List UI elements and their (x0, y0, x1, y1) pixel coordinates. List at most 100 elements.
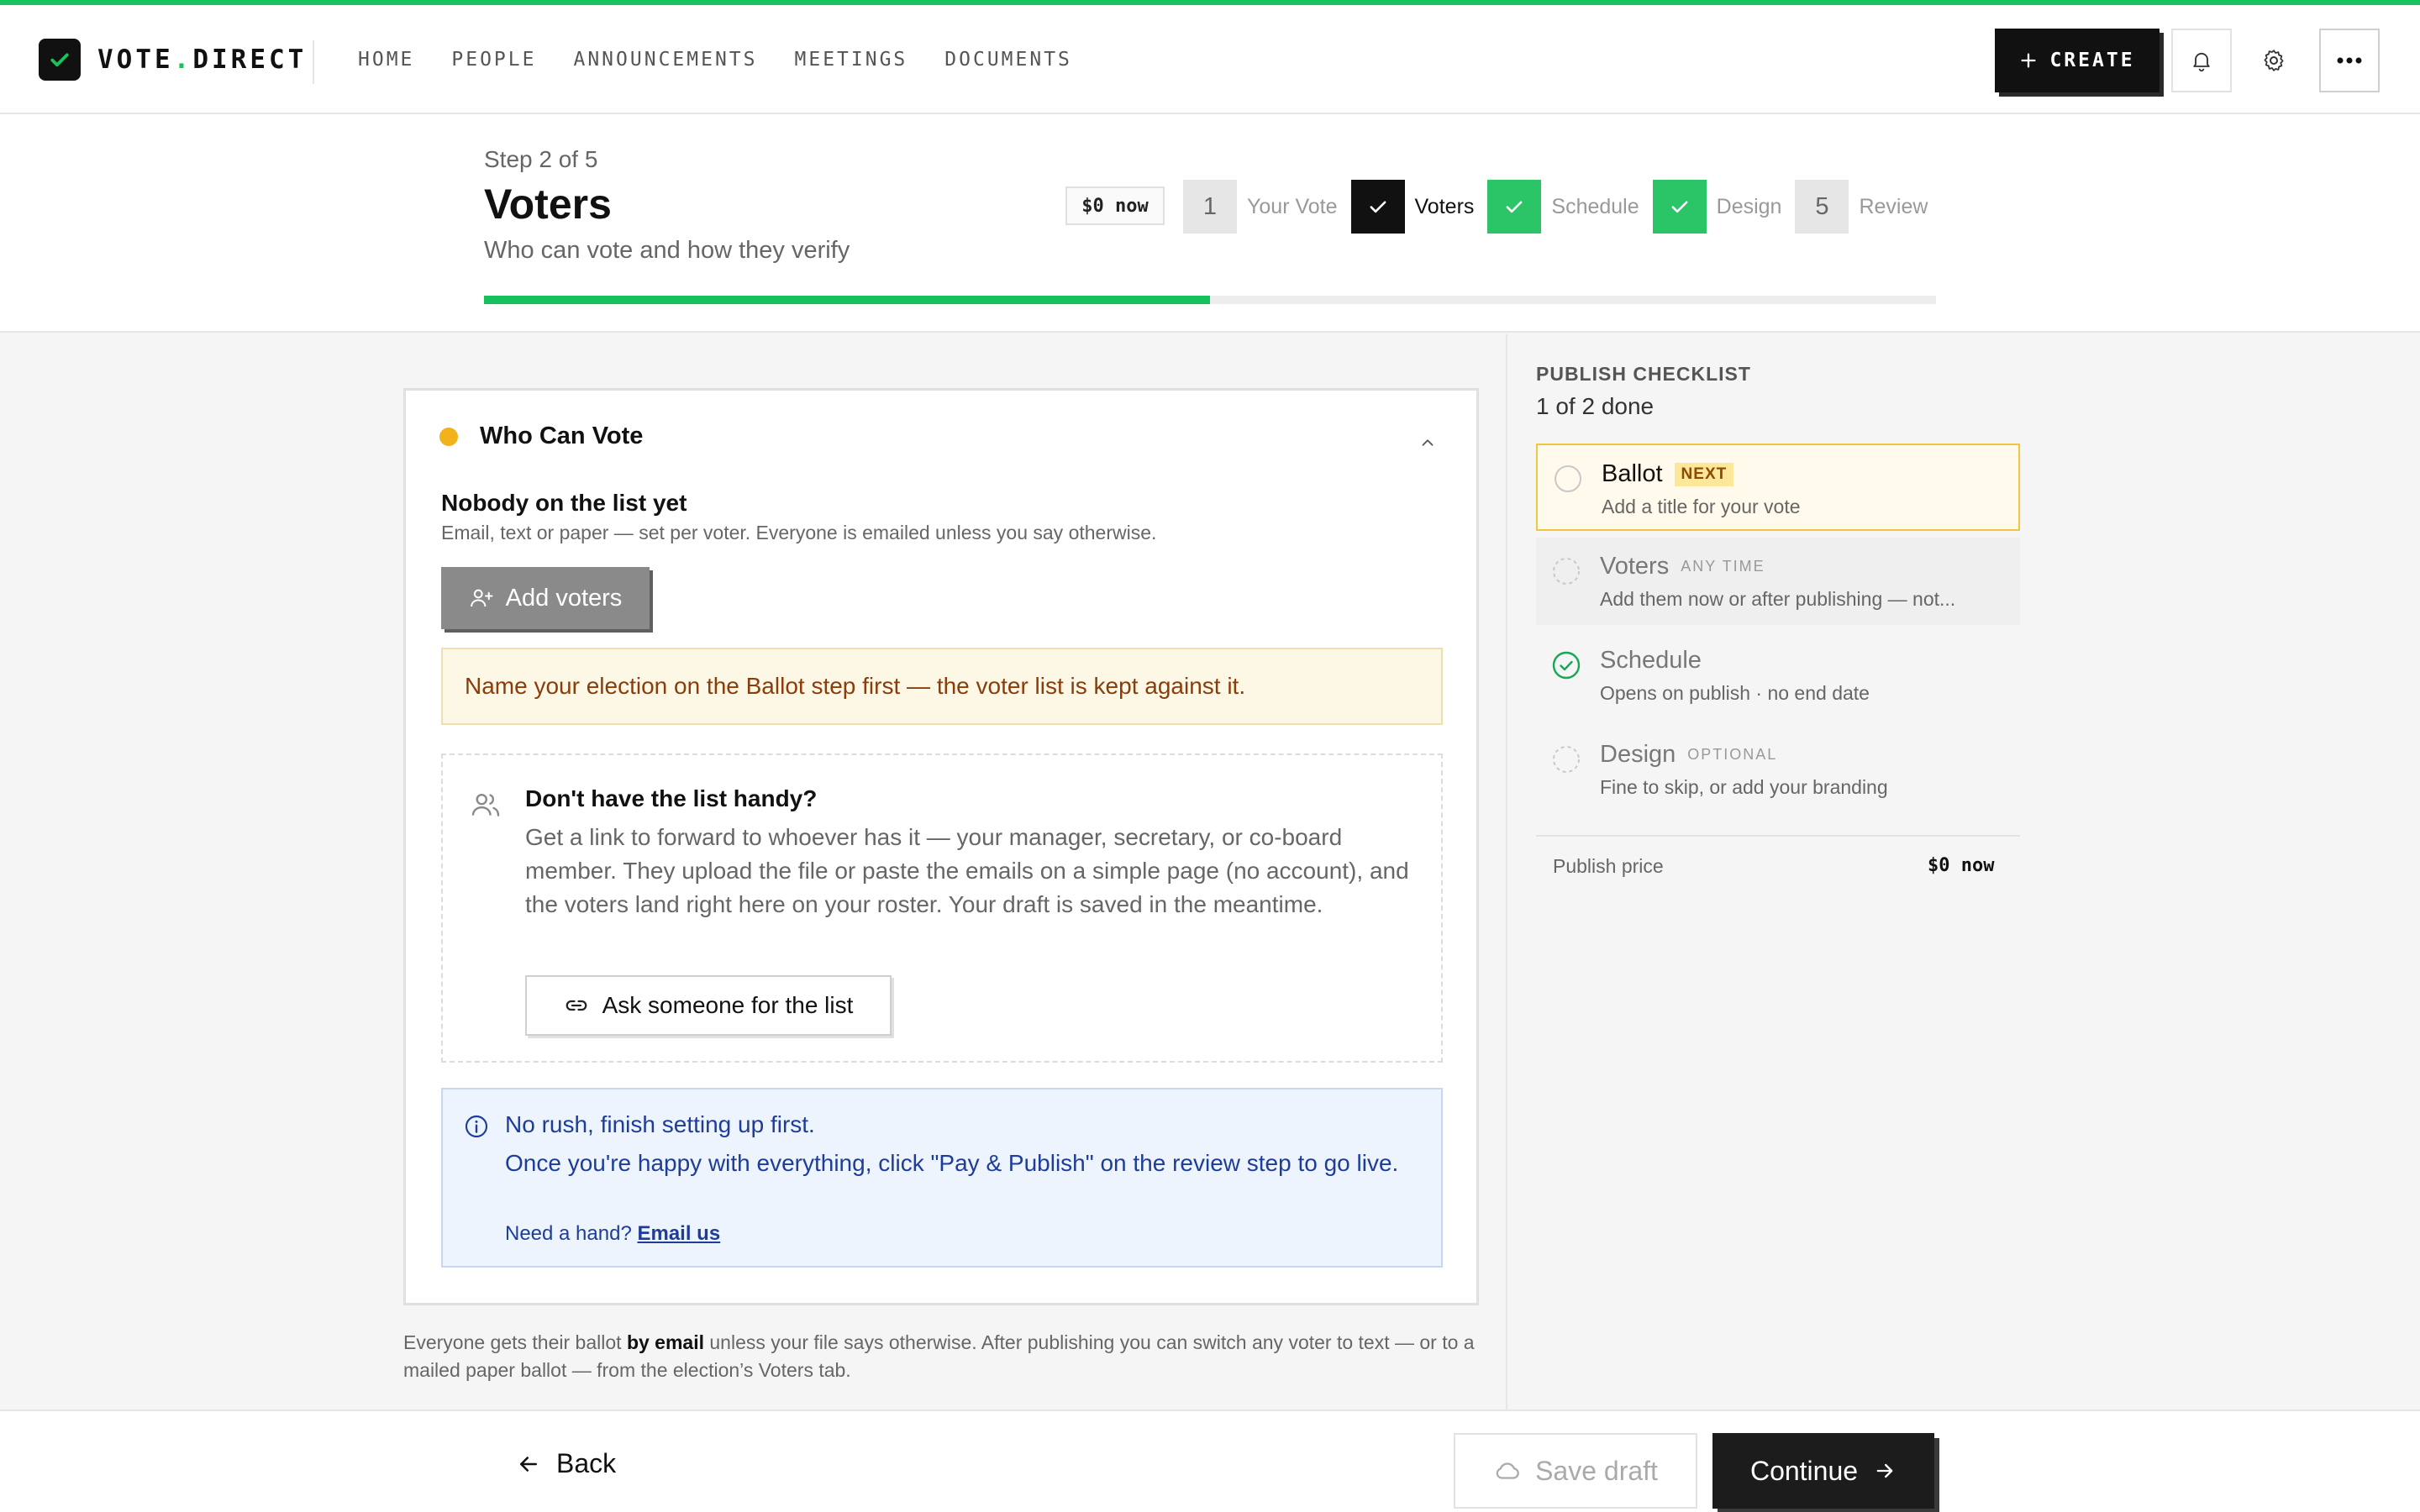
arrow-left-icon (520, 1456, 537, 1472)
optional-badge: OPTIONAL (1687, 746, 1778, 763)
chevron-up-icon (1422, 439, 1434, 446)
checklist-item-desc: Add them now or after publishing — not..… (1600, 588, 1956, 610)
email-us-link[interactable]: Email us (637, 1222, 720, 1245)
step-header: Step 2 of 5 Voters Who can vote and how … (0, 114, 2420, 333)
bottom-action-bar: Back Save draft Continue (0, 1410, 2420, 1512)
publish-price-value: $0 now (1928, 855, 1995, 876)
back-label: Back (556, 1448, 617, 1478)
list-handy-title: Don't have the list handy? (525, 785, 818, 811)
bell-icon (2193, 52, 2210, 72)
who-can-vote-card: Who Can Vote Nobody on the list yet Emai… (403, 388, 1479, 1305)
divider (1536, 835, 2020, 837)
check-icon (1671, 201, 1688, 213)
page-title: Voters (484, 181, 612, 228)
checklist-item-desc: Fine to skip, or add your branding (1600, 776, 1888, 798)
checklist-item-ballot[interactable]: Ballot NEXT Add a title for your vote (1536, 444, 2020, 531)
nav-documents[interactable]: DOCUMENTS (944, 49, 1072, 71)
nav-home[interactable]: HOME (358, 49, 414, 71)
checklist-label: PUBLISH CHECKLIST (1536, 363, 1751, 385)
checklist-progress: 1 of 2 done (1536, 393, 1655, 419)
collapse-button[interactable] (1413, 428, 1443, 458)
info-title: No rush, finish setting up first. (505, 1111, 815, 1137)
empty-state-subtitle: Email, text or paper — set per voter. Ev… (441, 522, 1157, 543)
checklist-item-desc: Add a title for your vote (1602, 496, 1801, 517)
back-button[interactable]: Back (516, 1448, 616, 1479)
more-dots-icon (2337, 57, 2362, 64)
checklist-item-name: Voters (1600, 553, 1670, 580)
brand-name: VOTE.DIRECT (97, 45, 308, 75)
check-icon (1370, 201, 1386, 213)
step-5-label[interactable]: Review (1859, 195, 1928, 219)
plus-icon (2021, 53, 2036, 68)
link-icon (566, 1000, 587, 1011)
ask-for-list-button[interactable]: Ask someone for the list (525, 975, 892, 1036)
checklist-item-name: Ballot (1602, 460, 1663, 487)
any-time-badge: ANY TIME (1681, 558, 1765, 575)
step-2-label[interactable]: Voters (1415, 195, 1475, 219)
step-5-box[interactable]: 5 (1795, 180, 1849, 234)
check-circle-icon (1552, 651, 1581, 680)
card-header: Who Can Vote (439, 423, 643, 450)
checklist-item-name: Design (1600, 741, 1676, 768)
dashed-circle-icon (1553, 558, 1580, 585)
warning-banner: Name your election on the Ballot step fi… (441, 648, 1443, 725)
ask-for-list-label: Ask someone for the list (602, 992, 854, 1018)
arrow-right-icon (1876, 1463, 1893, 1478)
publish-price-label: Publish price (1553, 855, 1664, 877)
main-nav: HOME PEOPLE ANNOUNCEMENTS MEETINGS DOCUM… (358, 49, 1072, 71)
logo-check-icon (39, 39, 81, 81)
info-banner: No rush, finish setting up first. Once y… (441, 1088, 1443, 1268)
checklist-item-name: Schedule (1600, 647, 1702, 674)
save-draft-button[interactable]: Save draft (1454, 1433, 1697, 1509)
next-badge: NEXT (1674, 462, 1734, 486)
step-2-box[interactable] (1350, 180, 1405, 234)
status-dot (439, 427, 458, 446)
nav-people[interactable]: PEOPLE (451, 49, 536, 71)
step-4-box[interactable] (1652, 180, 1707, 234)
top-bar: VOTE.DIRECT HOME PEOPLE ANNOUNCEMENTS ME… (0, 5, 2420, 114)
step-3-box[interactable] (1487, 180, 1542, 234)
brand-logo[interactable]: VOTE.DIRECT (39, 39, 307, 81)
info-icon (463, 1113, 490, 1144)
checklist-item-design[interactable]: Design OPTIONAL Fine to skip, or add you… (1536, 726, 2020, 813)
users-icon (470, 789, 502, 825)
check-icon (1506, 201, 1523, 213)
progress-fill (484, 296, 1210, 304)
info-body: Once you're happy with everything, click… (505, 1150, 1399, 1176)
create-button[interactable]: CREATE (1995, 29, 2160, 92)
nav-meetings[interactable]: MEETINGS (795, 49, 908, 71)
list-handy-body: Get a link to forward to whoever has it … (525, 824, 1409, 917)
save-draft-label: Save draft (1535, 1455, 1658, 1486)
notifications-button[interactable] (2171, 29, 2232, 92)
page-subtitle: Who can vote and how they verify (484, 237, 850, 264)
step-3-label[interactable]: Schedule (1551, 195, 1639, 219)
checklist-item-schedule[interactable]: Schedule Opens on publish · no end date (1536, 632, 2020, 719)
gear-icon (2264, 50, 2284, 71)
empty-circle-icon (1555, 465, 1581, 492)
step-1-label[interactable]: Your Vote (1247, 195, 1338, 219)
step-counter: Step 2 of 5 (484, 146, 598, 172)
checklist-item-desc: Opens on publish · no end date (1600, 682, 1870, 704)
delivery-footnote: Everyone gets their ballot by email unle… (403, 1331, 1475, 1381)
dashed-circle-icon (1553, 746, 1580, 773)
more-button[interactable] (2319, 29, 2380, 92)
create-button-label: CREATE (2049, 50, 2135, 71)
card-title: Who Can Vote (480, 423, 644, 449)
step-4-label[interactable]: Design (1717, 195, 1782, 219)
progress-bar (484, 296, 1936, 304)
step-1-box[interactable]: 1 (1183, 180, 1237, 234)
list-handy-panel: Don't have the list handy? Get a link to… (441, 753, 1443, 1063)
continue-button[interactable]: Continue (1712, 1433, 1934, 1509)
add-voters-label: Add voters (505, 584, 623, 612)
empty-state-title: Nobody on the list yet (441, 490, 687, 516)
add-voters-button[interactable]: Add voters (441, 567, 650, 629)
add-user-icon (470, 589, 493, 607)
price-chip: $0 now (1065, 186, 1165, 225)
stepper: 1 Your Vote Voters Schedule Design 5 Rev… (1183, 180, 1928, 234)
info-help: Need a hand? Email us (505, 1222, 721, 1245)
nav-announcements[interactable]: ANNOUNCEMENTS (573, 49, 757, 71)
cloud-icon (1496, 1462, 1519, 1479)
settings-button[interactable] (2244, 29, 2304, 92)
divider (313, 40, 314, 84)
checklist-item-voters[interactable]: Voters ANY TIME Add them now or after pu… (1536, 538, 2020, 625)
